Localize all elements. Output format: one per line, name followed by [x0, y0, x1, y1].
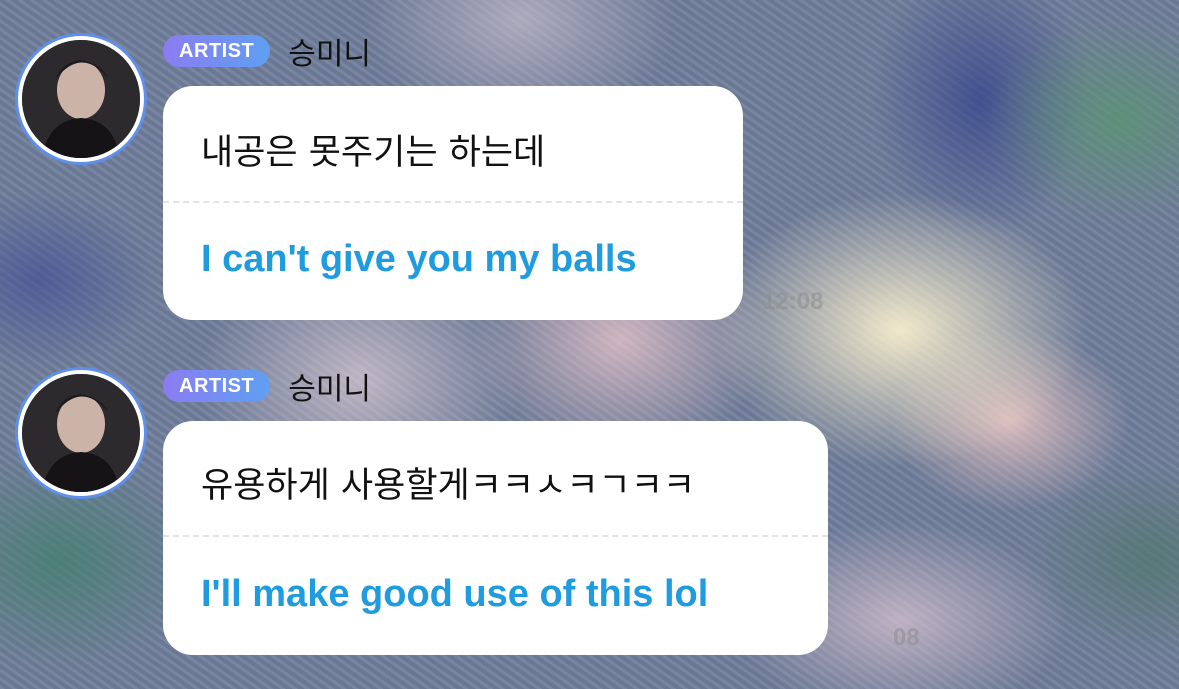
- sender-row: ARTIST 승미니: [163, 368, 371, 407]
- artist-badge: ARTIST: [163, 370, 271, 402]
- sender-name[interactable]: 승미니: [288, 364, 371, 408]
- message-bubble[interactable]: 유용하게 사용할게ㅋㅋㅅㅋㄱㅋㅋ I'll make good use of t…: [163, 421, 828, 655]
- message-timestamp: 08: [893, 624, 920, 651]
- message-bubble[interactable]: 내공은 못주기는 하는데 I can't give you my balls: [163, 86, 743, 320]
- message-translation-text: I'll make good use of this lol: [201, 573, 709, 615]
- message-translation-text: I can't give you my balls: [201, 238, 637, 280]
- avatar-photo: [22, 40, 140, 158]
- sender-name[interactable]: 승미니: [288, 29, 371, 73]
- message-original-text: 내공은 못주기는 하는데: [201, 133, 546, 173]
- avatar[interactable]: [15, 33, 147, 165]
- avatar-photo: [22, 374, 140, 492]
- message-original-text: 유용하게 사용할게ㅋㅋㅅㅋㄱㅋㅋ: [201, 466, 696, 506]
- bubble-divider: [163, 201, 743, 203]
- sender-row: ARTIST 승미니: [163, 33, 371, 72]
- bubble-divider: [163, 535, 828, 537]
- avatar[interactable]: [15, 367, 147, 499]
- artist-badge: ARTIST: [163, 35, 271, 67]
- message-timestamp: 12:08: [762, 288, 824, 315]
